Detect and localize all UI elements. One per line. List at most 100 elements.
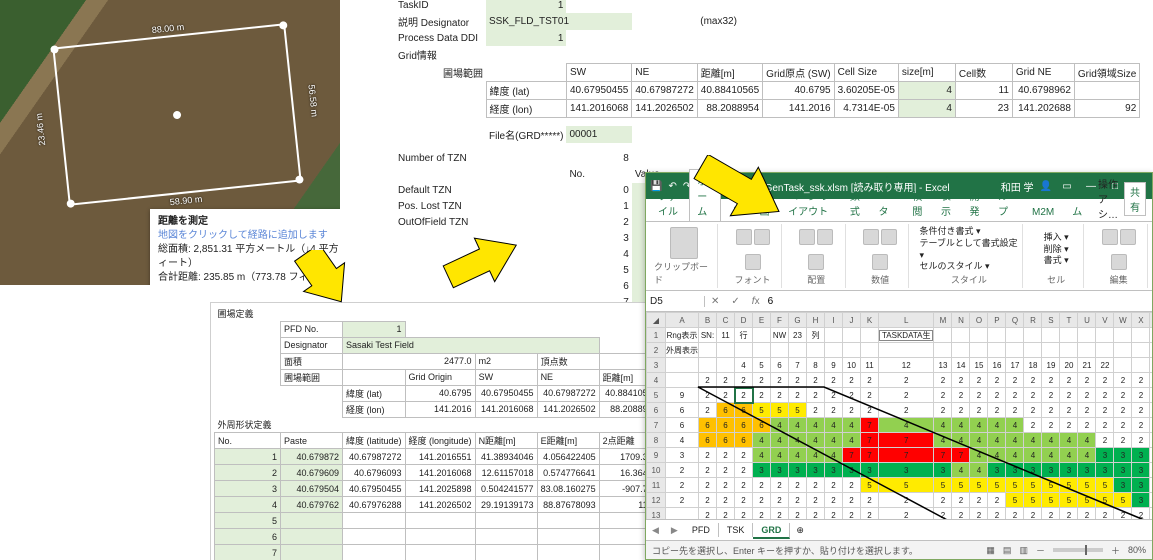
row-header[interactable]: 8 <box>647 433 666 448</box>
grid-cell[interactable]: 2 <box>879 493 934 508</box>
grid-cell[interactable] <box>952 328 970 343</box>
grid-cell[interactable]: 5 <box>879 478 934 493</box>
ribbon-btn-icon[interactable] <box>863 229 879 245</box>
grid-cell[interactable]: 3 <box>1024 463 1042 478</box>
grid-cell[interactable]: 2 <box>699 463 717 478</box>
row-no[interactable]: 6 <box>215 529 281 545</box>
grid-cell[interactable]: 2 <box>970 373 988 388</box>
grid-cell[interactable]: Rng表示 <box>666 328 699 343</box>
grid-cell[interactable]: 2 <box>771 493 789 508</box>
col-header[interactable]: D <box>735 313 753 328</box>
col-header[interactable]: J <box>843 313 861 328</box>
ribbon-tab[interactable]: ページ レイアウト <box>780 184 840 221</box>
grid-cell[interactable]: 5 <box>1024 478 1042 493</box>
grid-cell[interactable]: 22 <box>1096 358 1114 373</box>
grid-cell[interactable] <box>843 328 861 343</box>
taskid-cell[interactable]: 1 <box>486 0 566 13</box>
grid-cell[interactable]: 5 <box>1114 493 1132 508</box>
grid-cell[interactable]: 2 <box>1096 508 1114 520</box>
grid-cell[interactable]: 14 <box>952 358 970 373</box>
grid-cell[interactable]: 7 <box>934 448 952 463</box>
cell[interactable]: 3.60205E-05 <box>834 81 898 99</box>
grid-cell[interactable]: 2 <box>952 388 970 403</box>
grid-cell[interactable] <box>1006 343 1024 358</box>
grid-cell[interactable]: 2 <box>1096 433 1114 448</box>
grid-cell[interactable]: 2 <box>753 388 771 403</box>
grid-cell[interactable]: 2 <box>879 403 934 418</box>
grid-cell[interactable]: 2 <box>1096 373 1114 388</box>
grid-cell[interactable]: 2 <box>988 493 1006 508</box>
grid-cell[interactable]: 2 <box>843 478 861 493</box>
grid-cell[interactable]: 6 <box>666 418 699 433</box>
grid-cell[interactable]: 2 <box>735 373 753 388</box>
grid-cell[interactable] <box>1150 343 1152 358</box>
sheet-tab[interactable]: TSK <box>719 523 754 537</box>
grid-cell[interactable]: 2 <box>1132 433 1150 448</box>
grid-cell[interactable]: 4 <box>970 418 988 433</box>
grid-cell[interactable]: 2 <box>1042 418 1060 433</box>
grid-cell[interactable]: 3 <box>666 448 699 463</box>
grid-cell[interactable]: 4 <box>952 433 970 448</box>
col-header[interactable]: F <box>771 313 789 328</box>
grid-cell[interactable]: 2 <box>789 373 807 388</box>
grid-cell[interactable]: 2 <box>934 508 952 520</box>
cell[interactable]: 4.056422405 <box>537 449 599 465</box>
grid-cell[interactable]: 6 <box>753 418 771 433</box>
grid-cell[interactable] <box>934 328 952 343</box>
grid-cell[interactable]: 2 <box>807 493 825 508</box>
format-btn[interactable]: 書式 ▾ <box>1044 255 1069 267</box>
grid-cell[interactable] <box>1150 508 1152 520</box>
row-header[interactable]: 10 <box>647 463 666 478</box>
cell[interactable]: 40.679504 <box>281 481 343 497</box>
ribbon-tab[interactable]: ホーム <box>689 169 721 221</box>
grid-cell[interactable]: 7 <box>879 433 934 448</box>
ribbon-btn-icon[interactable] <box>817 229 833 245</box>
col-header[interactable]: K <box>861 313 879 328</box>
cell[interactable]: 23 <box>955 99 1012 117</box>
grid-cell[interactable]: 3 <box>807 463 825 478</box>
grid-cell[interactable]: 3 <box>771 463 789 478</box>
grid-cell[interactable]: 4 <box>1078 448 1096 463</box>
grid-cell[interactable] <box>861 343 879 358</box>
zoom-out-icon[interactable]: － <box>1036 544 1045 557</box>
grid-cell[interactable]: 5 <box>1006 493 1024 508</box>
grid-cell[interactable]: 17 <box>1006 358 1024 373</box>
grid-cell[interactable]: 2 <box>717 508 735 520</box>
grid-cell[interactable]: NW <box>771 328 789 343</box>
grid-cell[interactable]: 2 <box>1132 418 1150 433</box>
cell[interactable]: 40.679762 <box>281 497 343 513</box>
grid-cell[interactable]: 13 <box>934 358 952 373</box>
grid-cell[interactable]: 2 <box>988 508 1006 520</box>
row-header[interactable]: 3 <box>647 358 666 373</box>
grid-cell[interactable]: 2 <box>825 508 843 520</box>
cell[interactable] <box>1074 81 1139 99</box>
grid-cell[interactable] <box>988 328 1006 343</box>
grid-cell[interactable]: 2 <box>735 493 753 508</box>
grid-cell[interactable] <box>1096 328 1114 343</box>
cell[interactable]: 40.67950455 <box>475 385 537 401</box>
grid-cell[interactable]: 2 <box>970 403 988 418</box>
col-header[interactable]: E <box>753 313 771 328</box>
cell[interactable]: 40.679609 <box>281 465 343 481</box>
grid-cell[interactable] <box>789 343 807 358</box>
ribbon-tab[interactable]: チーム <box>1064 169 1096 221</box>
grid-cell[interactable]: 5 <box>1042 478 1060 493</box>
ribbon-btn-icon[interactable] <box>881 229 897 245</box>
grid-cell[interactable]: 3 <box>1006 463 1024 478</box>
grid-cell[interactable]: 3 <box>1132 493 1150 508</box>
cell[interactable]: 141.2016068 <box>475 401 537 417</box>
file-cell[interactable]: 00001 <box>566 126 631 143</box>
name-box[interactable]: D5 <box>646 296 705 307</box>
grid-cell[interactable] <box>1114 328 1132 343</box>
row-no[interactable]: 5 <box>215 513 281 529</box>
grid-cell[interactable] <box>952 343 970 358</box>
grid-cell[interactable]: 4 <box>807 418 825 433</box>
zoom-in-icon[interactable]: ＋ <box>1111 544 1120 557</box>
grid-cell[interactable]: 15 <box>970 358 988 373</box>
cell[interactable]: 88.87678093 <box>537 497 599 513</box>
grid-cell[interactable] <box>717 358 735 373</box>
grid-cell[interactable]: 4 <box>1024 448 1042 463</box>
col-header[interactable]: A <box>666 313 699 328</box>
grid-cell[interactable]: 2 <box>807 373 825 388</box>
grid-cell[interactable]: 2 <box>699 508 717 520</box>
